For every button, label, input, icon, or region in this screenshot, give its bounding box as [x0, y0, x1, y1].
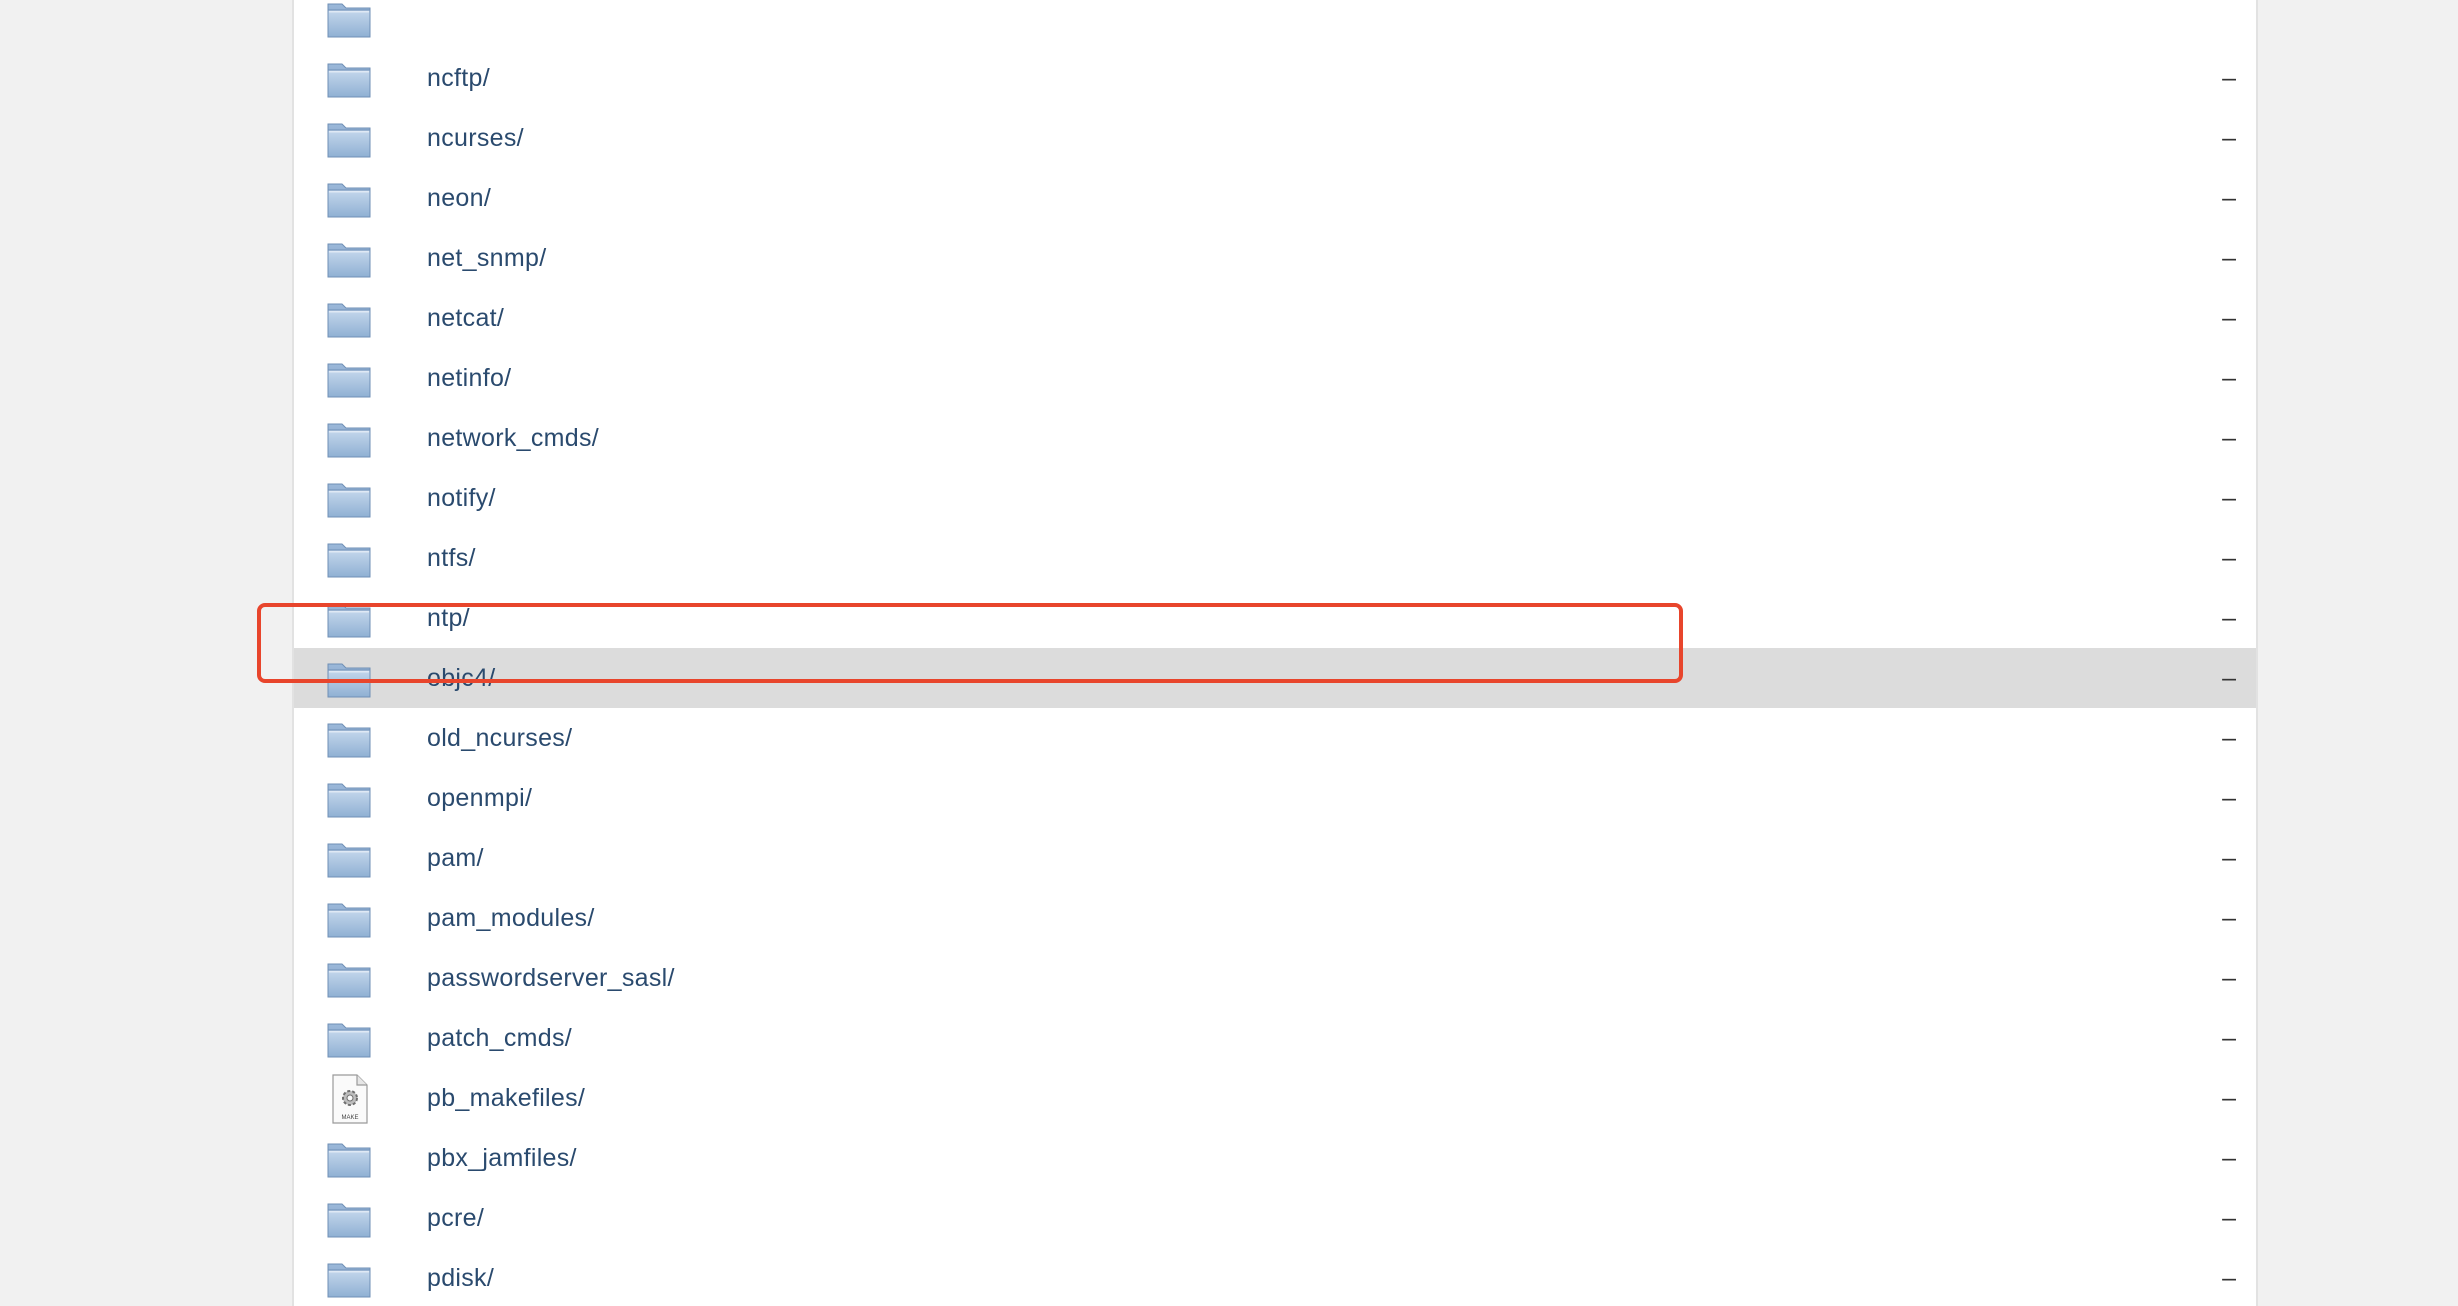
entry-link[interactable]: pcre/	[427, 1202, 484, 1234]
folder-icon	[327, 420, 371, 458]
list-item[interactable]: neon/ –	[294, 168, 2256, 228]
entry-link[interactable]: passwordserver_sasl/	[427, 962, 675, 994]
entry-size: –	[2222, 424, 2236, 452]
folder-icon	[327, 240, 371, 278]
list-item[interactable]: pcre/ –	[294, 1188, 2256, 1248]
entry-link[interactable]: neon/	[427, 182, 491, 214]
entry-size: –	[2222, 124, 2236, 152]
list-item[interactable]: objc4/ –	[294, 648, 2256, 708]
entry-size: –	[2222, 904, 2236, 932]
folder-icon	[327, 120, 371, 158]
list-item[interactable]: pdisk/ –	[294, 1248, 2256, 1306]
list-item[interactable]: pam/ –	[294, 828, 2256, 888]
entry-link[interactable]: old_ncurses/	[427, 722, 572, 754]
entry-size: –	[2222, 184, 2236, 212]
entry-link[interactable]: pam_modules/	[427, 902, 595, 934]
entry-link[interactable]: pb_makefiles/	[427, 1082, 585, 1114]
list-item[interactable]: patch_cmds/ –	[294, 1008, 2256, 1068]
list-item[interactable]: MAKE pb_makefiles/ –	[294, 1068, 2256, 1128]
folder-icon	[327, 1140, 371, 1178]
folder-icon	[327, 600, 371, 638]
folder-icon	[327, 1200, 371, 1238]
file-list: ncftp/ – ncurses/ – neon/ – net_snmp/ – netcat/ –…	[294, 0, 2256, 1306]
entry-size: –	[2222, 664, 2236, 692]
folder-icon	[327, 960, 371, 998]
entry-link[interactable]: ncftp/	[427, 62, 490, 94]
entry-link[interactable]: ntp/	[427, 602, 470, 634]
entry-size: –	[2222, 964, 2236, 992]
makefile-icon: MAKE	[327, 1074, 371, 1124]
entry-link[interactable]: openmpi/	[427, 782, 532, 814]
entry-link[interactable]: notify/	[427, 482, 496, 514]
entry-size: –	[2222, 244, 2236, 272]
list-item[interactable]: ntp/ –	[294, 588, 2256, 648]
list-item[interactable]: openmpi/ –	[294, 768, 2256, 828]
entry-size: –	[2222, 1084, 2236, 1112]
entry-size: –	[2222, 1204, 2236, 1232]
list-item[interactable]: netcat/ –	[294, 288, 2256, 348]
entry-link[interactable]: pbx_jamfiles/	[427, 1142, 577, 1174]
entry-size: –	[2222, 304, 2236, 332]
entry-size: –	[2222, 64, 2236, 92]
entry-link[interactable]: network_cmds/	[427, 422, 599, 454]
folder-icon	[327, 660, 371, 698]
entry-link[interactable]: ncurses/	[427, 122, 524, 154]
list-item[interactable]: pam_modules/ –	[294, 888, 2256, 948]
list-item[interactable]	[294, 0, 2256, 48]
entry-link[interactable]: objc4/	[427, 662, 496, 694]
list-item[interactable]: net_snmp/ –	[294, 228, 2256, 288]
entry-size: –	[2222, 1264, 2236, 1292]
list-item[interactable]: ntfs/ –	[294, 528, 2256, 588]
list-item[interactable]: ncftp/ –	[294, 48, 2256, 108]
entry-size: –	[2222, 844, 2236, 872]
folder-icon	[327, 840, 371, 878]
entry-link[interactable]: patch_cmds/	[427, 1022, 572, 1054]
folder-icon	[327, 720, 371, 758]
entry-size: –	[2222, 544, 2236, 572]
entry-size: –	[2222, 1144, 2236, 1172]
svg-text:MAKE: MAKE	[341, 1115, 358, 1121]
list-item[interactable]: pbx_jamfiles/ –	[294, 1128, 2256, 1188]
directory-listing-panel: ncftp/ – ncurses/ – neon/ – net_snmp/ – netcat/ –…	[292, 0, 2258, 1306]
list-item[interactable]: netinfo/ –	[294, 348, 2256, 408]
entry-link[interactable]: net_snmp/	[427, 242, 546, 274]
entry-link[interactable]: netinfo/	[427, 362, 511, 394]
folder-icon	[327, 1260, 371, 1298]
entry-link[interactable]: ntfs/	[427, 542, 476, 574]
folder-icon	[327, 60, 371, 98]
folder-icon	[327, 180, 371, 218]
list-item[interactable]: old_ncurses/ –	[294, 708, 2256, 768]
entry-size: –	[2222, 724, 2236, 752]
folder-icon	[327, 1020, 371, 1058]
entry-size: –	[2222, 604, 2236, 632]
entry-size: –	[2222, 484, 2236, 512]
folder-icon	[327, 360, 371, 398]
entry-size: –	[2222, 1024, 2236, 1052]
list-item[interactable]: network_cmds/ –	[294, 408, 2256, 468]
folder-icon	[327, 900, 371, 938]
entry-link[interactable]: pam/	[427, 842, 484, 874]
entry-link[interactable]: netcat/	[427, 302, 504, 334]
list-item[interactable]: passwordserver_sasl/ –	[294, 948, 2256, 1008]
entry-link[interactable]: pdisk/	[427, 1262, 494, 1294]
list-item[interactable]: ncurses/ –	[294, 108, 2256, 168]
folder-icon	[327, 0, 371, 38]
list-item[interactable]: notify/ –	[294, 468, 2256, 528]
folder-icon	[327, 300, 371, 338]
entry-size: –	[2222, 784, 2236, 812]
folder-icon	[327, 480, 371, 518]
folder-icon	[327, 780, 371, 818]
entry-size: –	[2222, 364, 2236, 392]
folder-icon	[327, 540, 371, 578]
